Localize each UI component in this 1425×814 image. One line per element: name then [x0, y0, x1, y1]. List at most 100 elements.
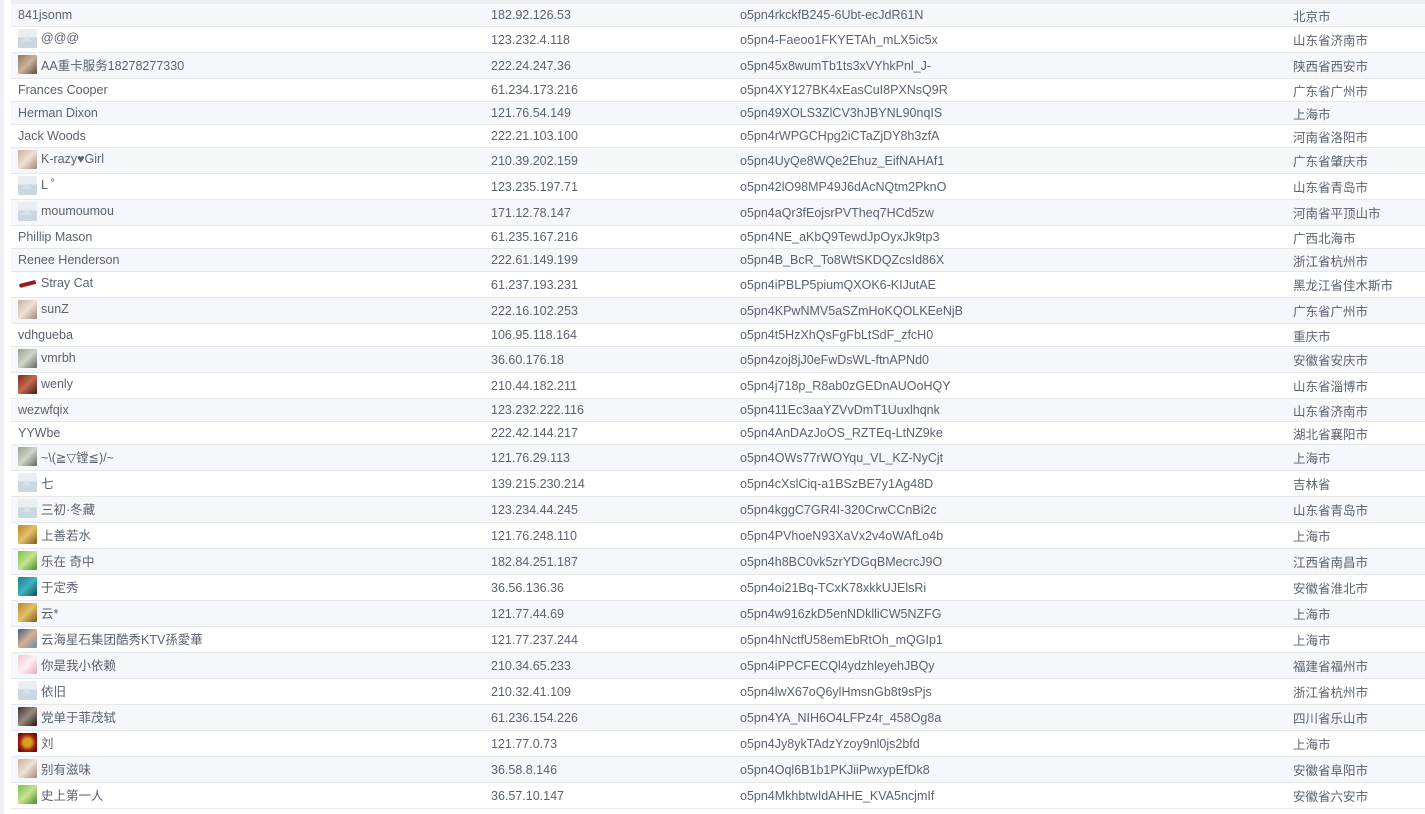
openid: o5pn4MkhbtwIdAHHE_KVA5ncjmIf: [740, 788, 935, 803]
openid: o5pn4aQr3fEojsrPVTheq7HCd5zw: [740, 205, 934, 220]
nickname-cell: K-razy♥Girl: [11, 148, 484, 174]
avatar: [18, 524, 37, 544]
user-nickname: moumoumou: [18, 201, 114, 221]
user-nickname: K-razy♥Girl: [18, 149, 104, 169]
user-nickname: 上善若水: [18, 524, 91, 544]
nickname-cell: YYWbe: [11, 422, 484, 445]
nickname-cell: 刘: [11, 731, 484, 757]
table-row[interactable]: YYWbe 222.42.144.217 o5pn4AnDAzJoOS_RZTEq-…: [11, 421, 1425, 445]
table-row[interactable]: Frances Cooper 61.234.173.216 o5pn4XY127BK…: [11, 78, 1425, 102]
table-row[interactable]: vmrbh 36.60.176.18 o5pn4zoj8jJ0eFwDsWL-ftn…: [11, 346, 1425, 373]
ip-cell: 123.235.197.71: [484, 174, 727, 200]
location-cell: 上海市: [1280, 731, 1425, 757]
user-nickname: Stray Cat: [18, 274, 93, 293]
nickname-text: Herman Dixon: [18, 106, 98, 120]
location-cell: 北京市: [1280, 4, 1425, 27]
nickname-text: 党单于菲茂轼: [41, 710, 117, 725]
openid-cell: o5pn4w916zkD5enNDklliCW5NZFG: [727, 601, 1280, 627]
openid-cell: o5pn4YA_NIH6O4LFPz4r_458Og8a: [727, 705, 1280, 731]
table-row[interactable]: @@@ 123.232.4.118 o5pn4-Faeoo1FKYETAh_mLX5…: [11, 26, 1425, 53]
openid: o5pn49XOLS3ZlCV3hJBYNL90nqIS: [740, 106, 943, 120]
ip-cell: 182.84.251.187: [484, 549, 727, 575]
table-row[interactable]: L ˚ 123.235.197.71 o5pn42lO98MP49J6dAcNQtm…: [11, 173, 1425, 200]
location: 山东省淄博市: [1293, 380, 1369, 394]
openid-cell: o5pn4XY127BK4xEasCuI8PXNsQ9R: [727, 79, 1280, 102]
ip-address: 182.92.126.53: [491, 8, 571, 22]
ip-cell: 61.236.154.226: [484, 705, 727, 731]
user-nickname: vmrbh: [18, 348, 76, 368]
location-cell: 山东省济南市: [1280, 27, 1425, 53]
table-row[interactable]: moumoumou 171.12.78.147 o5pn4aQr3fEojsrPVT…: [11, 199, 1425, 226]
location-cell: 山东省青岛市: [1280, 174, 1425, 200]
table-row[interactable]: 于定秀 36.56.136.36 o5pn4oi21Bq-TCxK78xkkUJEl…: [11, 574, 1425, 601]
ip-cell: 61.235.167.216: [484, 226, 727, 249]
nickname-cell: 史上第一人: [11, 783, 484, 809]
ip-address: 182.84.251.187: [491, 554, 578, 569]
table-row[interactable]: AA重卡服务18278277330 222.24.247.36 o5pn45x8wu…: [11, 52, 1425, 79]
nickname-text: 三初·冬藏: [41, 502, 96, 517]
ip-address: 123.235.197.71: [491, 179, 578, 194]
openid: o5pn4rWPGCHpg2iCTaZjDY8h3zfA: [740, 129, 940, 143]
user-nickname: YYWbe: [18, 426, 60, 440]
ip-cell: 171.12.78.147: [484, 200, 727, 226]
ip-address: 210.44.182.211: [491, 378, 577, 393]
location-cell: 陕西省西安市: [1280, 53, 1425, 79]
table-row[interactable]: vdhgueba 106.95.118.164 o5pn4t5HzXhQsFgFbL…: [11, 323, 1425, 347]
nickname-cell: Jack Woods: [11, 125, 484, 148]
table-row[interactable]: 三初·冬藏 123.234.44.245 o5pn4kggC7GR4I-320Crw…: [11, 496, 1425, 523]
location-cell: 安徽省淮北市: [1280, 575, 1425, 601]
openid-cell: o5pn4lwX67oQ6ylHmsnGb8t9sPjs: [727, 679, 1280, 705]
table-row[interactable]: 史上第一人 36.57.10.147 o5pn4MkhbtwIdAHHE_KVA5n…: [11, 782, 1425, 809]
table-row[interactable]: wenly 210.44.182.211 o5pn4j718p_R8ab0zGEDn…: [11, 372, 1425, 399]
avatar: [18, 602, 37, 622]
location: 山东省济南市: [1293, 34, 1369, 48]
user-table: 841jsonm 182.92.126.53 o5pn4rkckfB245-6Ubt…: [11, 4, 1425, 809]
ip-address: 222.21.103.100: [491, 129, 578, 143]
ip-address: 139.215.230.214: [491, 476, 585, 491]
nickname-cell: 841jsonm: [11, 4, 484, 27]
table-row[interactable]: 841jsonm 182.92.126.53 o5pn4rkckfB245-6Ubt…: [11, 4, 1425, 27]
ip-address: 222.42.144.217: [491, 426, 578, 440]
table-row[interactable]: 乐在 奇中 182.84.251.187 o5pn4h8BC0vk5zrYDGqBM…: [11, 548, 1425, 575]
location: 安徽省阜阳市: [1293, 764, 1369, 778]
table-row[interactable]: 依旧 210.32.41.109 o5pn4lwX67oQ6ylHmsnGb8t9s…: [11, 678, 1425, 705]
table-row[interactable]: K-razy♥Girl 210.39.202.159 o5pn4UyQe8WQe2E…: [11, 147, 1425, 174]
table-row[interactable]: sunZ 222.16.102.253 o5pn4KPwNMV5aSZmHoKQOL…: [11, 297, 1425, 324]
openid: o5pn4j718p_R8ab0zGEDnAUOoHQY: [740, 378, 951, 393]
location-cell: 上海市: [1280, 601, 1425, 627]
table-row[interactable]: 七 139.215.230.214 o5pn4cXslCiq-a1BSzBE7y1A…: [11, 470, 1425, 497]
nickname-text: 七: [41, 476, 54, 491]
nickname-cell: Herman Dixon: [11, 102, 484, 125]
table-row[interactable]: 刘 121.77.0.73 o5pn4Jy8ykTAdzYzoy9nl0js2bfd…: [11, 730, 1425, 757]
nickname-cell: ~\(≧▽镗≦)/~: [11, 445, 484, 471]
ip-cell: 222.21.103.100: [484, 125, 727, 148]
nickname-cell: 三初·冬藏: [11, 497, 484, 523]
openid: o5pn4hNctfU58emEbRtOh_mQGIp1: [740, 632, 943, 647]
openid-cell: o5pn4aQr3fEojsrPVTheq7HCd5zw: [727, 200, 1280, 226]
table-row[interactable]: ~\(≧▽镗≦)/~ 121.76.29.113 o5pn4OWs77rWOYqu_…: [11, 444, 1425, 471]
ip-address: 36.56.136.36: [491, 580, 564, 595]
ip-cell: 36.58.8.146: [484, 757, 727, 783]
user-nickname: 史上第一人: [18, 784, 104, 804]
table-row[interactable]: 你是我小依赖 210.34.65.233 o5pn4iPPCFECQl4ydzhle…: [11, 652, 1425, 679]
user-nickname: ~\(≧▽镗≦)/~: [18, 446, 114, 466]
openid-cell: o5pn4Oql6B1b1PKJiiPwxypEfDk8: [727, 757, 1280, 783]
openid-cell: o5pn49XOLS3ZlCV3hJBYNL90nqIS: [727, 102, 1280, 125]
user-nickname: wenly: [18, 374, 73, 394]
table-row[interactable]: wezwfqix 123.232.222.116 o5pn411Ec3aaYZVvD…: [11, 398, 1425, 422]
table-row[interactable]: 别有滋味 36.58.8.146 o5pn4Oql6B1b1PKJiiPwxypEf…: [11, 756, 1425, 783]
table-row[interactable]: Herman Dixon 121.76.54.149 o5pn49XOLS3ZlCV…: [11, 101, 1425, 125]
nickname-cell: @@@: [11, 27, 484, 53]
ip-cell: 61.234.173.216: [484, 79, 727, 102]
table-row[interactable]: Renee Henderson 222.61.149.199 o5pn4B_BcR_…: [11, 248, 1425, 272]
openid: o5pn4UyQe8WQe2Ehuz_EifNAHAf1: [740, 153, 945, 168]
table-row[interactable]: 云海星石集团酷秀KTV孫愛華 121.77.237.244 o5pn4hNctfU5…: [11, 626, 1425, 653]
table-row[interactable]: Jack Woods 222.21.103.100 o5pn4rWPGCHpg2iC…: [11, 124, 1425, 148]
table-row[interactable]: Stray Cat 61.237.193.231 o5pn4iPBLP5piumQX…: [11, 271, 1425, 298]
table-row[interactable]: 上善若水 121.76.248.110 o5pn4PVhoeN93XaVx2v4oW…: [11, 522, 1425, 549]
table-row[interactable]: 云* 121.77.44.69 o5pn4w916zkD5enNDklliCW5NZ…: [11, 600, 1425, 627]
table-row[interactable]: Phillip Mason 61.235.167.216 o5pn4NE_aKbQ9…: [11, 225, 1425, 249]
nickname-text: Jack Woods: [18, 129, 86, 143]
table-row[interactable]: 党单于菲茂轼 61.236.154.226 o5pn4YA_NIH6O4LFPz4r…: [11, 704, 1425, 731]
avatar: [18, 758, 37, 778]
